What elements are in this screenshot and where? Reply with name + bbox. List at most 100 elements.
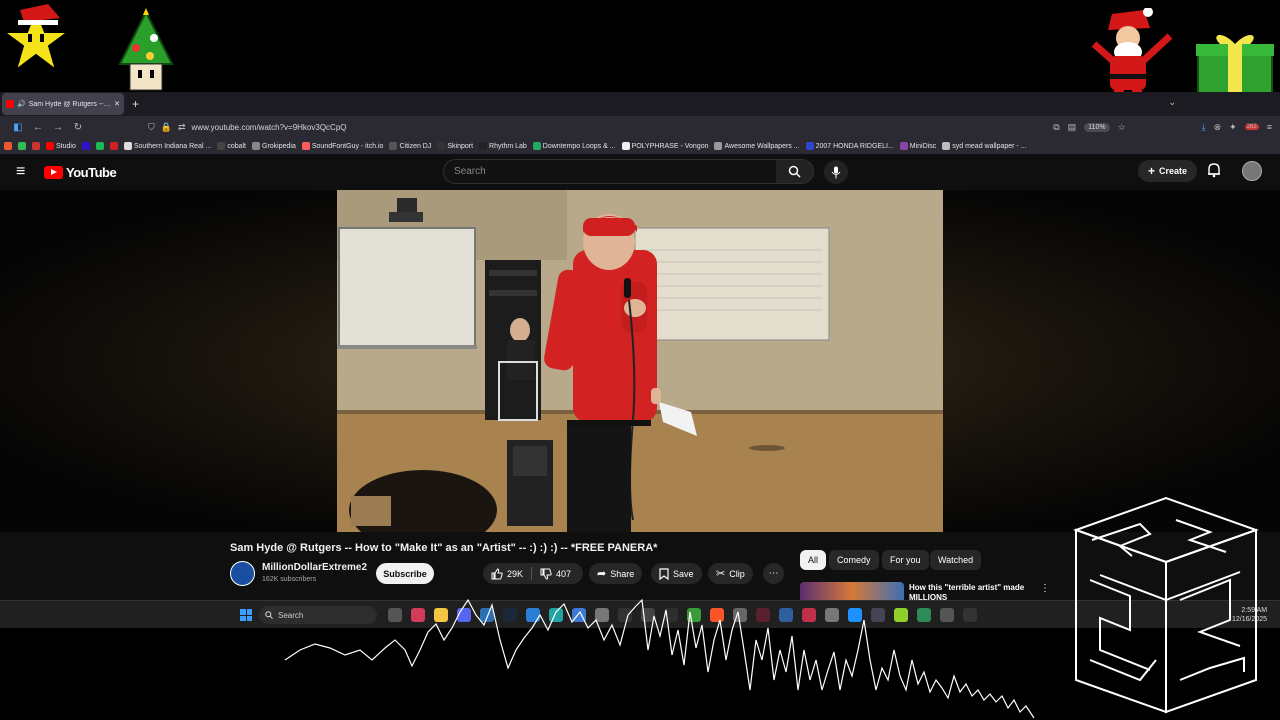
bookmark-icon[interactable] [18, 142, 26, 150]
chip-watched[interactable]: Watched [930, 550, 982, 570]
new-tab-icon[interactable]: + [132, 97, 139, 111]
app-icon[interactable] [733, 608, 747, 622]
steam-icon[interactable] [503, 608, 517, 622]
create-button[interactable]: + Create [1138, 160, 1198, 182]
bookmark-citizen-dj[interactable]: Citizen DJ [389, 142, 431, 150]
app-icon[interactable] [871, 608, 885, 622]
bookmark-studio[interactable]: Studio [46, 142, 76, 150]
zoom-level[interactable]: 110% [1084, 122, 1110, 132]
dislike-button[interactable]: 407 [532, 563, 579, 584]
app-icon[interactable] [917, 608, 931, 622]
bookmark-rhythm-lab[interactable]: Rhythm Lab [479, 142, 527, 150]
windows-start-icon[interactable] [240, 609, 252, 621]
app-icon[interactable] [595, 608, 609, 622]
app-icon[interactable] [940, 608, 954, 622]
recommendation-menu-icon[interactable]: ⋮ [1040, 583, 1050, 594]
taskbar-search[interactable]: Search [259, 606, 377, 624]
app-icon[interactable] [779, 608, 793, 622]
app-icon[interactable] [848, 608, 862, 622]
share-button[interactable]: ➦ Share [589, 563, 643, 584]
active-tab[interactable]: 🔊 Sam Hyde @ Rutgers -- Ho ✕ [2, 93, 124, 115]
bookmark-icon[interactable] [32, 142, 40, 150]
recommended-video-thumbnail[interactable] [800, 582, 904, 600]
url-text[interactable]: www.youtube.com/watch?v=9Hkov3QcCpQ [192, 123, 347, 132]
bookmark-awesome-wallpapers[interactable]: Awesome Wallpapers ... [714, 142, 800, 150]
address-bar[interactable]: ⛉ 🔒 ⇄ www.youtube.com/watch?v=9Hkov3QcCp… [148, 122, 1053, 133]
forward-icon[interactable]: → [48, 122, 68, 133]
app-icon[interactable] [618, 608, 632, 622]
app-icon[interactable] [480, 608, 494, 622]
extensions-icon[interactable]: ✦ [1229, 122, 1237, 133]
channel-avatar[interactable] [230, 561, 255, 586]
shield-icon[interactable]: ⛉ [148, 122, 155, 133]
app-icon[interactable] [549, 608, 563, 622]
downloads-icon[interactable]: ⤓ [1202, 122, 1206, 133]
save-button[interactable]: Save [651, 563, 702, 584]
hamburger-menu-icon[interactable]: ≡ [16, 163, 25, 181]
channel-name[interactable]: MillionDollarExtreme2 [262, 562, 367, 573]
bookmark-star-icon[interactable]: ☆ [1118, 122, 1126, 133]
scissors-icon: ✂ [716, 568, 726, 580]
system-clock[interactable]: 2:59 AM 12/16/2025 [1232, 606, 1267, 624]
app-icon[interactable] [664, 608, 678, 622]
extension-x-icon[interactable]: ⊗ [1214, 122, 1222, 133]
clip-button[interactable]: ✂ Clip [708, 563, 753, 584]
app-icon[interactable] [526, 608, 540, 622]
bookmark-syd-mead[interactable]: syd mead wallpaper - ... [942, 142, 1027, 150]
lock-icon[interactable]: 🔒 [161, 122, 172, 133]
bookmark-icon[interactable] [95, 142, 104, 150]
youtube-logo[interactable]: YouTube [44, 165, 117, 180]
reader-view-icon[interactable]: ▤ [1068, 122, 1077, 133]
app-icon[interactable] [825, 608, 839, 622]
task-view-icon[interactable] [388, 608, 402, 622]
like-button[interactable]: 29K [483, 563, 531, 584]
reload-icon[interactable]: ↻ [68, 122, 88, 133]
chip-all[interactable]: All [800, 550, 827, 570]
menu-icon[interactable]: ≡ [1267, 122, 1272, 132]
bookmark-icon[interactable] [81, 142, 90, 150]
bookmark-southern-indiana[interactable]: Southern Indiana Real ... [123, 142, 211, 150]
back-icon[interactable]: ← [28, 122, 48, 133]
video-player[interactable] [337, 190, 943, 532]
bookmark-save-icon [659, 567, 669, 580]
picture-in-picture-icon[interactable]: ⧉ [1053, 122, 1059, 133]
bookmark-soundfontguy[interactable]: SoundFontGuy - itch.io [301, 142, 383, 150]
voice-search-button[interactable] [824, 160, 848, 184]
account-avatar[interactable] [1242, 161, 1262, 181]
app-icon[interactable] [687, 608, 701, 622]
app-icon[interactable] [802, 608, 816, 622]
search-input[interactable]: Search [443, 159, 777, 184]
app-icon[interactable] [963, 608, 977, 622]
app-icon[interactable] [411, 608, 425, 622]
bookmark-honda[interactable]: 2007 HONDA RIDGELI... [805, 142, 894, 150]
bookmark-skinport[interactable]: Skinport [437, 142, 473, 150]
close-tab-icon[interactable]: ✕ [114, 100, 120, 108]
bookmark-grokipedia[interactable]: Grokipedia [252, 142, 296, 150]
file-explorer-icon[interactable] [434, 608, 448, 622]
app-icon[interactable] [457, 608, 471, 622]
sidebar-toggle-icon[interactable]: ◧ [8, 122, 28, 133]
more-actions-button[interactable]: ⋯ [763, 563, 784, 584]
bookmark-icon[interactable] [4, 142, 12, 150]
recommended-video-title[interactable]: How this "terrible artist" made MILLIONS [909, 583, 1035, 600]
notifications-bell-icon[interactable] [1207, 162, 1221, 178]
app-icon[interactable] [756, 608, 770, 622]
brave-browser-icon[interactable] [710, 608, 724, 622]
subscribe-button[interactable]: Subscribe [376, 563, 434, 584]
bookmark-cobalt[interactable]: cobalt [217, 142, 246, 150]
app-icon[interactable] [641, 608, 655, 622]
bookmark-minidisc[interactable]: MiniDisc [899, 142, 936, 150]
speaker-icon[interactable]: 🔊 [17, 100, 26, 108]
chip-comedy[interactable]: Comedy [829, 550, 879, 570]
app-icon[interactable] [894, 608, 908, 622]
bookmark-downtempo[interactable]: Downtempo Loops & ... [532, 142, 616, 150]
bookmark-icon[interactable] [109, 142, 118, 150]
permissions-icon[interactable]: ⇄ [178, 122, 186, 133]
app-icon[interactable] [572, 608, 586, 622]
extension-badge[interactable]: 282 [1244, 124, 1259, 130]
taskbar-apps [388, 608, 977, 622]
search-button[interactable] [776, 159, 814, 184]
chip-for-you[interactable]: For you [882, 550, 929, 570]
bookmark-polyphrase[interactable]: POLYPHRASE - Vongon [621, 142, 708, 150]
tab-list-chevron-icon[interactable]: ⌄ [1168, 97, 1176, 108]
